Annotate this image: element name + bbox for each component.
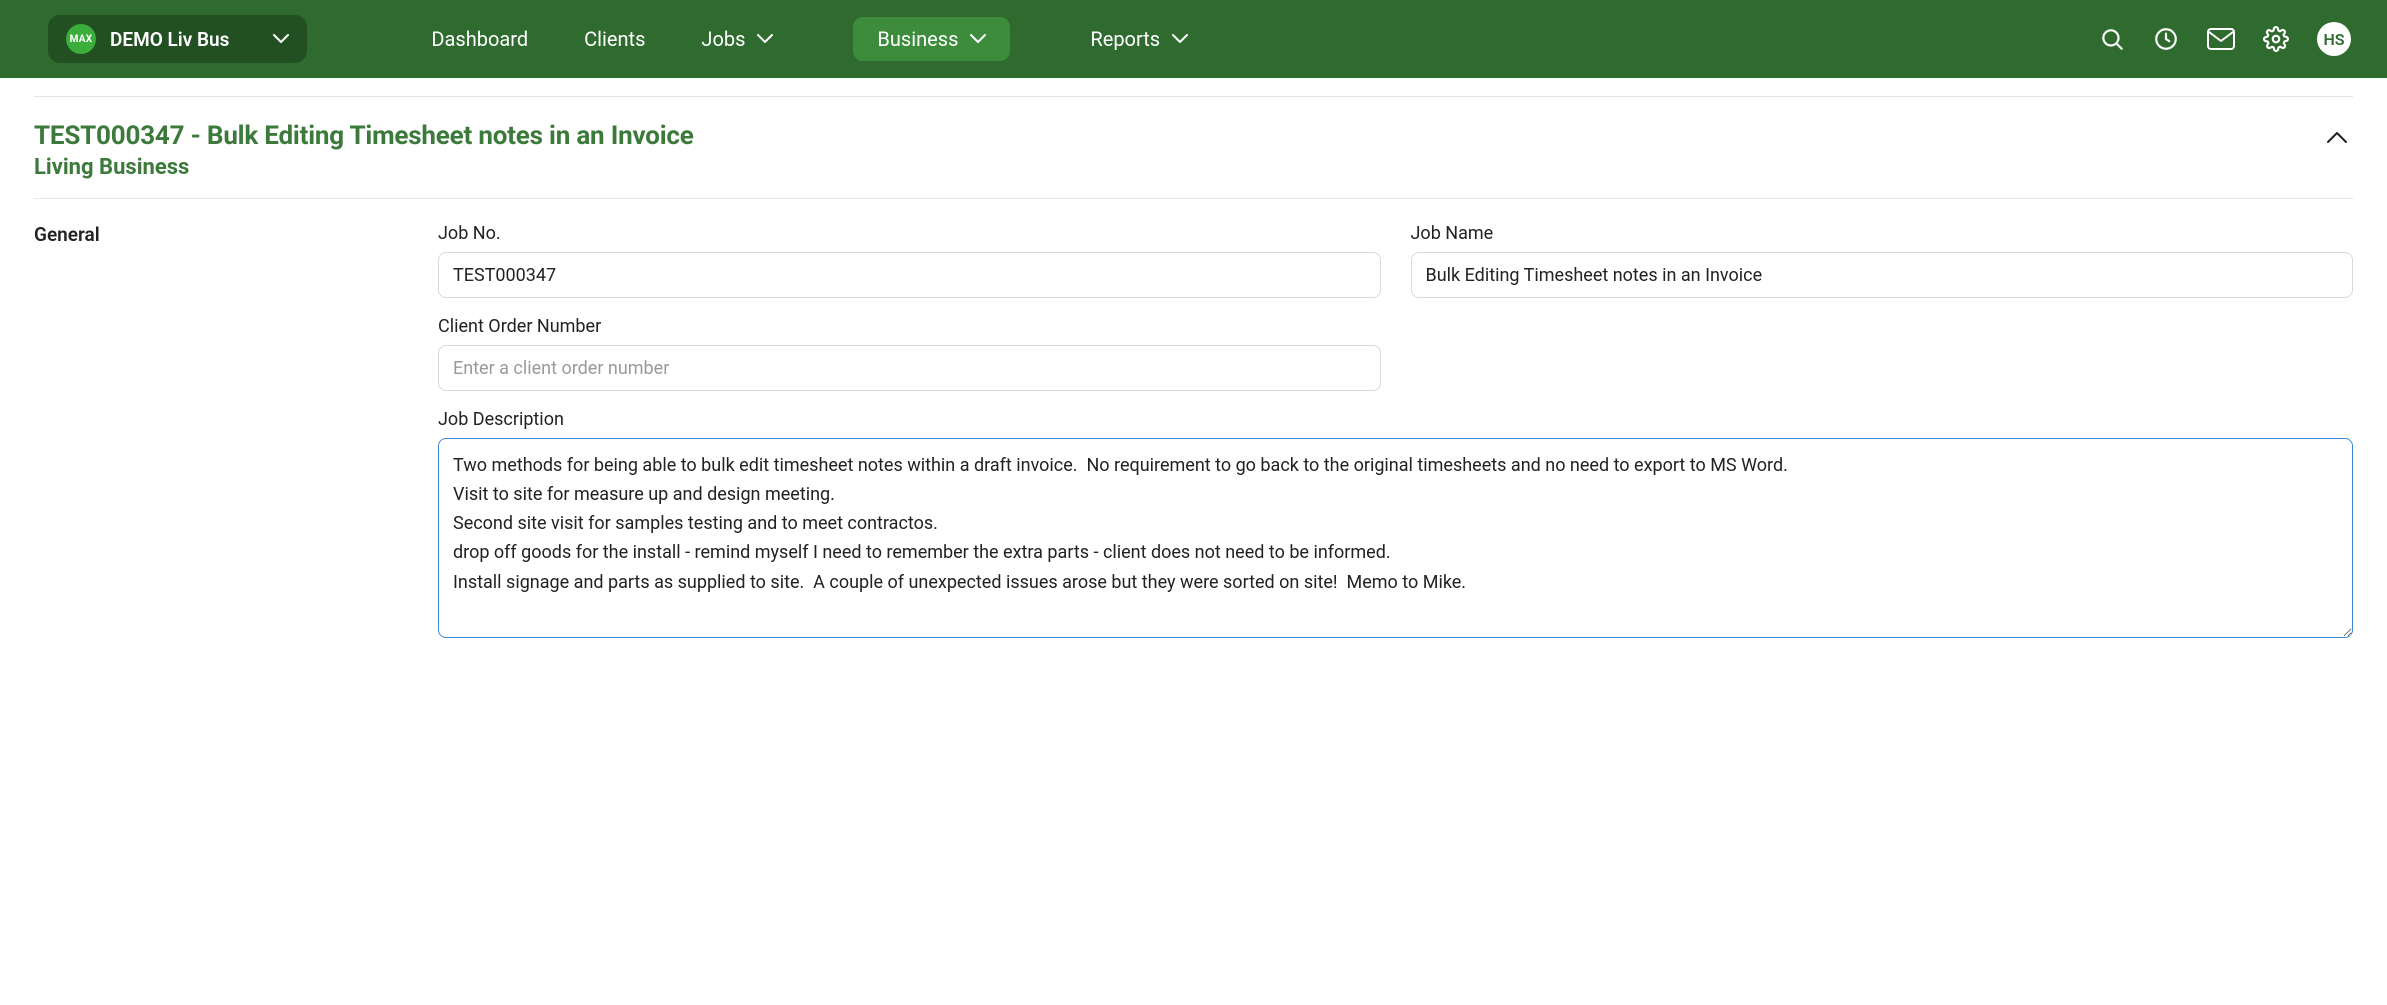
org-badge: MAX [66, 24, 96, 54]
nav-item-jobs[interactable]: Jobs [677, 17, 797, 61]
chevron-down-icon [1172, 34, 1188, 44]
org-name: DEMO Liv Bus [110, 28, 229, 51]
nav-icons: HS [2099, 22, 2351, 56]
avatar[interactable]: HS [2317, 22, 2351, 56]
nav-item-business[interactable]: Business [853, 17, 1010, 61]
chevron-down-icon [970, 34, 986, 44]
nav-item-label: Dashboard [431, 27, 528, 51]
nav-item-reports[interactable]: Reports [1066, 17, 1212, 61]
client-name-link[interactable]: Living Business [34, 155, 694, 180]
nav-item-label: Business [877, 27, 958, 51]
nav-item-clients[interactable]: Clients [560, 17, 669, 61]
clock-icon[interactable] [2153, 26, 2179, 52]
job-no-label: Job No. [438, 223, 1381, 244]
nav-item-label: Clients [584, 27, 645, 51]
section-label-general: General [34, 223, 438, 246]
org-picker[interactable]: MAX DEMO Liv Bus [48, 15, 307, 63]
job-description-textarea[interactable] [438, 438, 2353, 638]
nav-item-label: Reports [1090, 27, 1160, 51]
client-order-input[interactable] [438, 345, 1381, 391]
nav-menu: Dashboard Clients Jobs Business Reports [407, 17, 1212, 61]
collapse-button[interactable] [2321, 121, 2353, 154]
job-name-input[interactable] [1411, 252, 2354, 298]
page: TEST000347 - Bulk Editing Timesheet note… [0, 78, 2387, 696]
chevron-down-icon [273, 34, 289, 44]
chevron-down-icon [757, 34, 773, 44]
nav-item-label: Jobs [701, 27, 745, 51]
mail-icon[interactable] [2207, 28, 2235, 50]
search-icon[interactable] [2099, 26, 2125, 52]
client-order-label: Client Order Number [438, 316, 1381, 337]
chevron-up-icon [2327, 131, 2347, 143]
gear-icon[interactable] [2263, 26, 2289, 52]
job-no-input[interactable] [438, 252, 1381, 298]
job-title: TEST000347 - Bulk Editing Timesheet note… [34, 121, 694, 151]
top-nav: MAX DEMO Liv Bus Dashboard Clients Jobs … [0, 0, 2387, 78]
job-name-label: Job Name [1411, 223, 2354, 244]
nav-item-dashboard[interactable]: Dashboard [407, 17, 552, 61]
job-description-label: Job Description [438, 409, 2353, 430]
